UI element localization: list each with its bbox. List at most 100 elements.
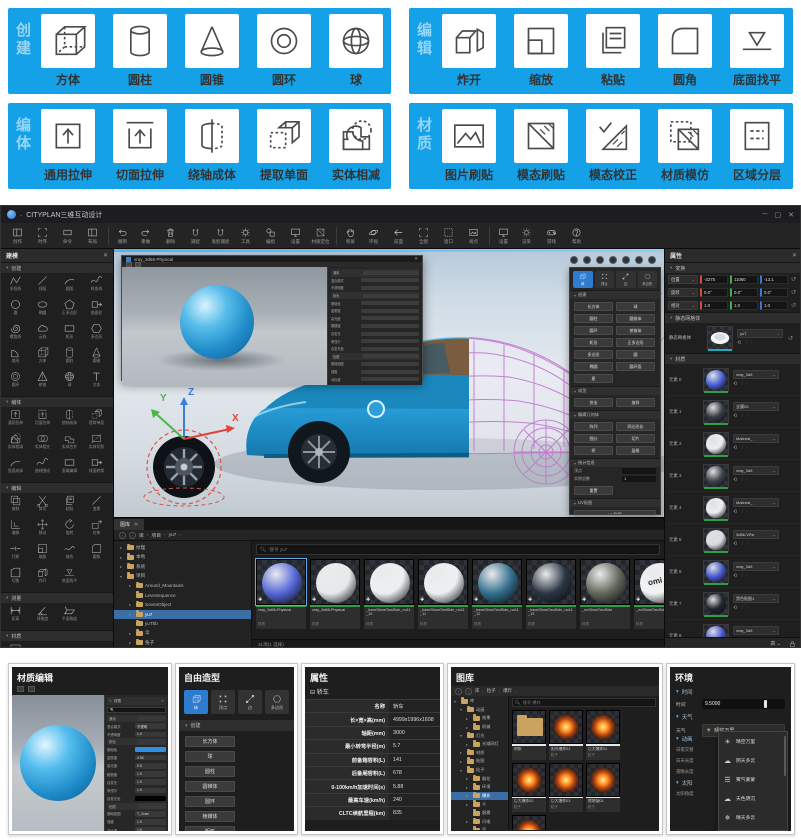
property-slider[interactable] (361, 339, 419, 343)
property-value[interactable]: 0.5 (135, 763, 166, 769)
property-value[interactable] (137, 716, 166, 722)
search-bar[interactable]: 🔍︎ (256, 544, 660, 555)
property-value[interactable] (135, 796, 166, 802)
toolbar-button[interactable]: 移屏 (336, 227, 361, 245)
modeling-tool[interactable]: 样条线 (83, 274, 110, 298)
modeling-tool[interactable]: 云线 (29, 322, 56, 346)
modeling-tool[interactable]: 圆 (2, 298, 29, 322)
geometry-button[interactable]: 桥 (574, 446, 613, 455)
section-header[interactable]: ▾动画 (670, 733, 722, 744)
tool-tile[interactable]: 圆柱 (109, 14, 171, 88)
property-row[interactable]: 颜色 (331, 292, 419, 300)
modeling-tool[interactable]: 棱锥 (29, 370, 56, 394)
modeling-tool[interactable]: 通用拉伸 (2, 408, 29, 432)
section-header[interactable]: ▾变换 (665, 262, 801, 273)
tool-tile[interactable]: 圆角 (654, 14, 716, 88)
spec-group-header[interactable]: ⊟ 轿车 (305, 686, 440, 699)
tree-item[interactable]: ▸ 爆炸 (451, 792, 508, 801)
modeling-tool[interactable]: 切面拉伸 (29, 408, 56, 432)
modeling-tool[interactable]: 实体切割 (83, 432, 110, 456)
asset-tile[interactable]: ✚ _haveShowTwoSide_no11_12 材质 (472, 559, 522, 637)
view-button[interactable] (648, 256, 656, 264)
tool-tile[interactable]: 底面找平 (726, 14, 788, 88)
modeling-tool[interactable]: 矩形 (56, 322, 83, 346)
modeling-tool[interactable]: 线面转换 (83, 456, 110, 480)
tree-arrow-icon[interactable]: ▸ (129, 612, 134, 617)
tree-item[interactable]: ▸ 纹理 (114, 543, 251, 553)
tree-item[interactable]: ▸ 兔子 (114, 638, 251, 648)
transform-mode-select[interactable]: 相对⌄ (668, 301, 698, 310)
material-select[interactable]: vray_3d6⌄ (733, 562, 779, 571)
material-select[interactable]: Material_⌄ (733, 498, 779, 507)
tree-arrow-icon[interactable]: ▸ (129, 640, 134, 645)
tool-tile[interactable]: 模态校正 (582, 109, 644, 183)
tool-tile[interactable]: 区域分层 (726, 109, 788, 183)
create-shape-button[interactable]: 星 (574, 374, 613, 383)
material-preview-image[interactable] (122, 267, 327, 385)
property-value[interactable]: T_Grad (135, 811, 166, 817)
property-row[interactable]: 不透明度 (331, 284, 419, 292)
forward-icon[interactable]: › (129, 532, 136, 539)
freeform-tab[interactable]: 多边形 (265, 690, 289, 714)
property-slider[interactable] (361, 278, 419, 282)
section-header[interactable]: ▾时间 (670, 686, 791, 697)
toolbar-button[interactable]: 布局 (80, 227, 105, 245)
viewport-3d[interactable]: Y Z X vray_3d66-Physical ✕ (114, 249, 664, 517)
view-button[interactable] (570, 256, 578, 264)
search-input[interactable] (269, 547, 656, 552)
crumb[interactable]: 粒子 (487, 688, 496, 694)
freeform-tab[interactable]: 边 (238, 690, 262, 714)
modeling-tool[interactable]: 圆锥 (83, 346, 110, 370)
toolbar-button[interactable]: 设置 (489, 227, 514, 245)
toolbar-button[interactable]: 重做 (133, 227, 158, 245)
toolbar-button[interactable]: 设置 (283, 227, 308, 245)
x-value-field[interactable]: 0.0° (700, 288, 728, 297)
section-header[interactable]: ▾成型 (570, 386, 660, 395)
shape-button[interactable]: 挤出 (574, 398, 613, 407)
stat-value[interactable] (622, 468, 656, 474)
modeling-tool[interactable]: 移动 (29, 518, 56, 542)
material-actions[interactable]: ⟲ 🗀 (733, 605, 779, 613)
modeling-tool[interactable]: 变换 (83, 494, 110, 518)
asset-tile[interactable]: ✚ _haveShowTwoSide_no11_13 材质 (526, 559, 576, 637)
crumb[interactable]: 库 (139, 532, 144, 539)
tree-item[interactable]: ▸ 烟花 (451, 774, 508, 783)
tool-tile[interactable]: 模态刷贴 (510, 109, 572, 183)
section-header[interactable]: ▾材质 (665, 353, 801, 364)
tree-arrow-icon[interactable]: ▸ (466, 819, 471, 824)
material-select[interactable]: vray_3d6⌄ (733, 466, 779, 475)
section-header[interactable]: ▾创建 (179, 720, 294, 731)
create-shape-button[interactable]: 球 (616, 302, 655, 311)
section-header[interactable]: ▾编体 (1, 396, 113, 407)
property-row[interactable]: 基础贴图 (331, 360, 419, 368)
toolbar-button[interactable]: 环视 (361, 227, 386, 245)
toolbar-button[interactable]: 鬼脸捕捉 (208, 227, 233, 245)
section-header[interactable]: ▾天气 (670, 711, 791, 722)
modeling-tool[interactable]: 球 (56, 370, 83, 394)
toolbar-button[interactable]: 编组 (258, 227, 283, 245)
material-thumbnail[interactable] (703, 368, 729, 392)
property-row[interactable]: 混合模式 不透明 (107, 722, 166, 730)
toolbar-button[interactable]: 前面 (386, 227, 411, 245)
property-slider[interactable] (361, 332, 419, 336)
modeling-tool[interactable]: 弧面成体 (2, 456, 29, 480)
reset-icon[interactable]: ↺ (788, 335, 793, 342)
tree-item[interactable]: ▸ 贴图 (451, 757, 508, 766)
weather-option[interactable]: ☰ 雾气蒙蒙 (719, 770, 787, 789)
property-row[interactable]: 金属度 (331, 307, 419, 315)
material-actions[interactable]: ⟲ 🗀 (733, 541, 779, 549)
crumb[interactable]: 库 (475, 688, 479, 694)
freeform-tab[interactable]: 体 (573, 271, 593, 288)
tree-arrow-icon[interactable]: ▸ (129, 631, 134, 636)
tree-item[interactable]: yuTbb (114, 619, 251, 629)
weather-option[interactable]: ✵ 晴天多云 (719, 808, 787, 827)
tool-icon[interactable] (17, 686, 24, 692)
section-header[interactable]: ▾UV贴图 (570, 498, 660, 507)
env-setting-label[interactable]: 白天长度 (670, 755, 722, 766)
property-value[interactable]: 1.0 (135, 771, 166, 777)
tree-arrow-icon[interactable]: ▸ (466, 716, 471, 721)
browser-tab[interactable]: 图库✕ (114, 519, 144, 530)
property-row[interactable]: 基础色 (331, 299, 419, 307)
tree-arrow-icon[interactable]: ▸ (466, 776, 471, 781)
material-thumbnail[interactable] (703, 528, 729, 552)
